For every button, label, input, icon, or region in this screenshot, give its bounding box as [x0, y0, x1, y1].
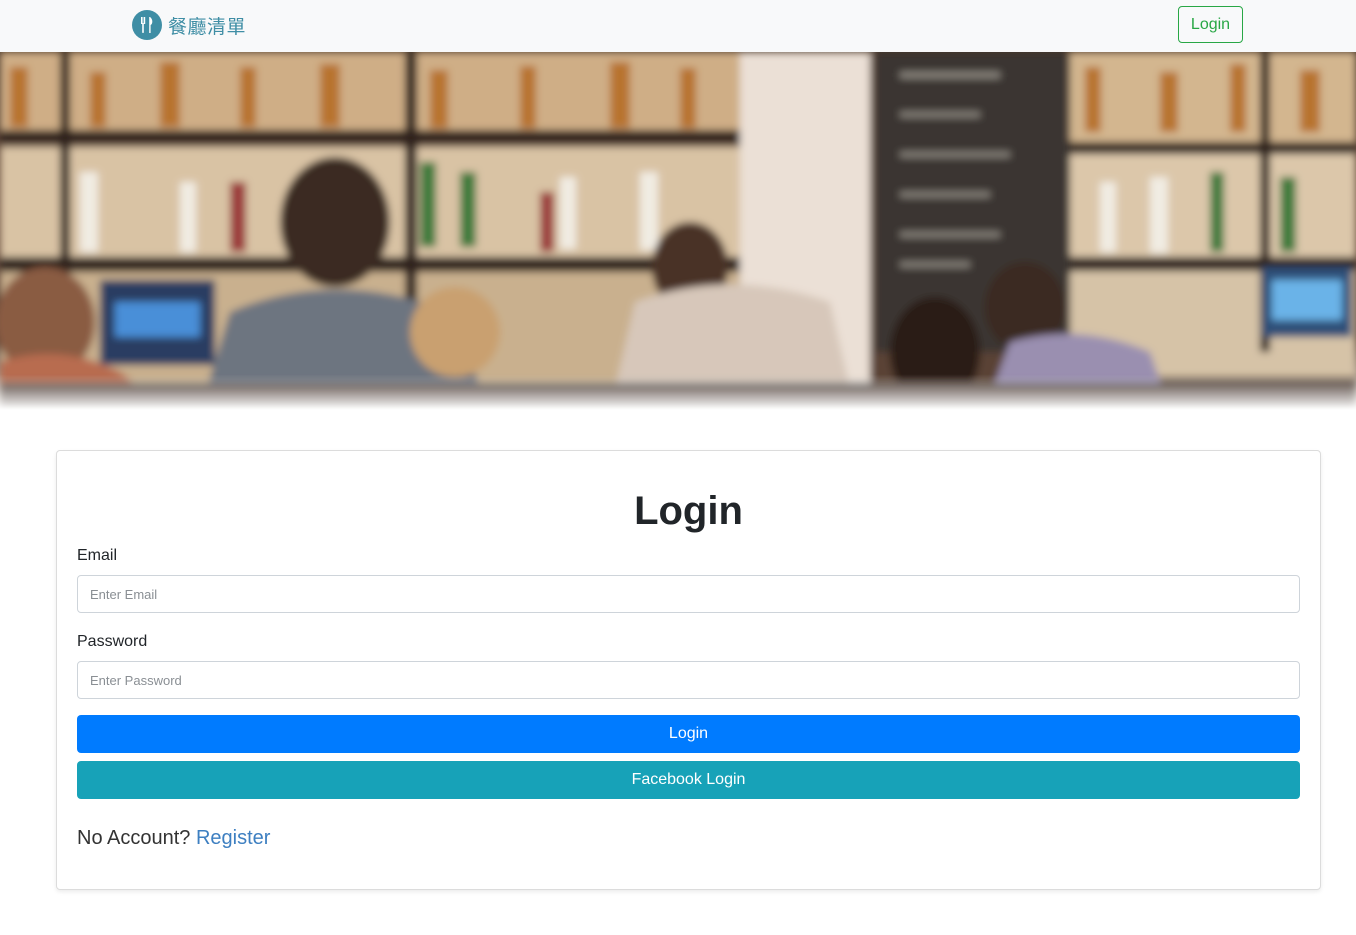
- brand-title: 餐廳清單: [168, 15, 247, 38]
- email-input[interactable]: [77, 575, 1300, 613]
- facebook-login-button[interactable]: Facebook Login: [77, 761, 1300, 799]
- register-link[interactable]: Register: [196, 827, 270, 849]
- register-prompt: No Account? Register: [77, 827, 270, 850]
- navbar-login-button[interactable]: Login: [1178, 6, 1243, 43]
- password-input[interactable]: [77, 661, 1300, 699]
- password-label: Password: [77, 633, 148, 650]
- login-submit-button[interactable]: Login: [77, 715, 1300, 753]
- brand-link[interactable]: 餐廳清單: [132, 9, 246, 41]
- login-heading: Login: [634, 489, 743, 533]
- navbar: 餐廳清單 Login: [0, 0, 1356, 52]
- login-card: Login Email Password Login Facebook Logi…: [56, 450, 1321, 890]
- email-label: Email: [77, 547, 118, 564]
- no-account-text: No Account?: [77, 827, 191, 849]
- fork-knife-icon: [132, 10, 162, 40]
- hero-image: [0, 52, 1356, 410]
